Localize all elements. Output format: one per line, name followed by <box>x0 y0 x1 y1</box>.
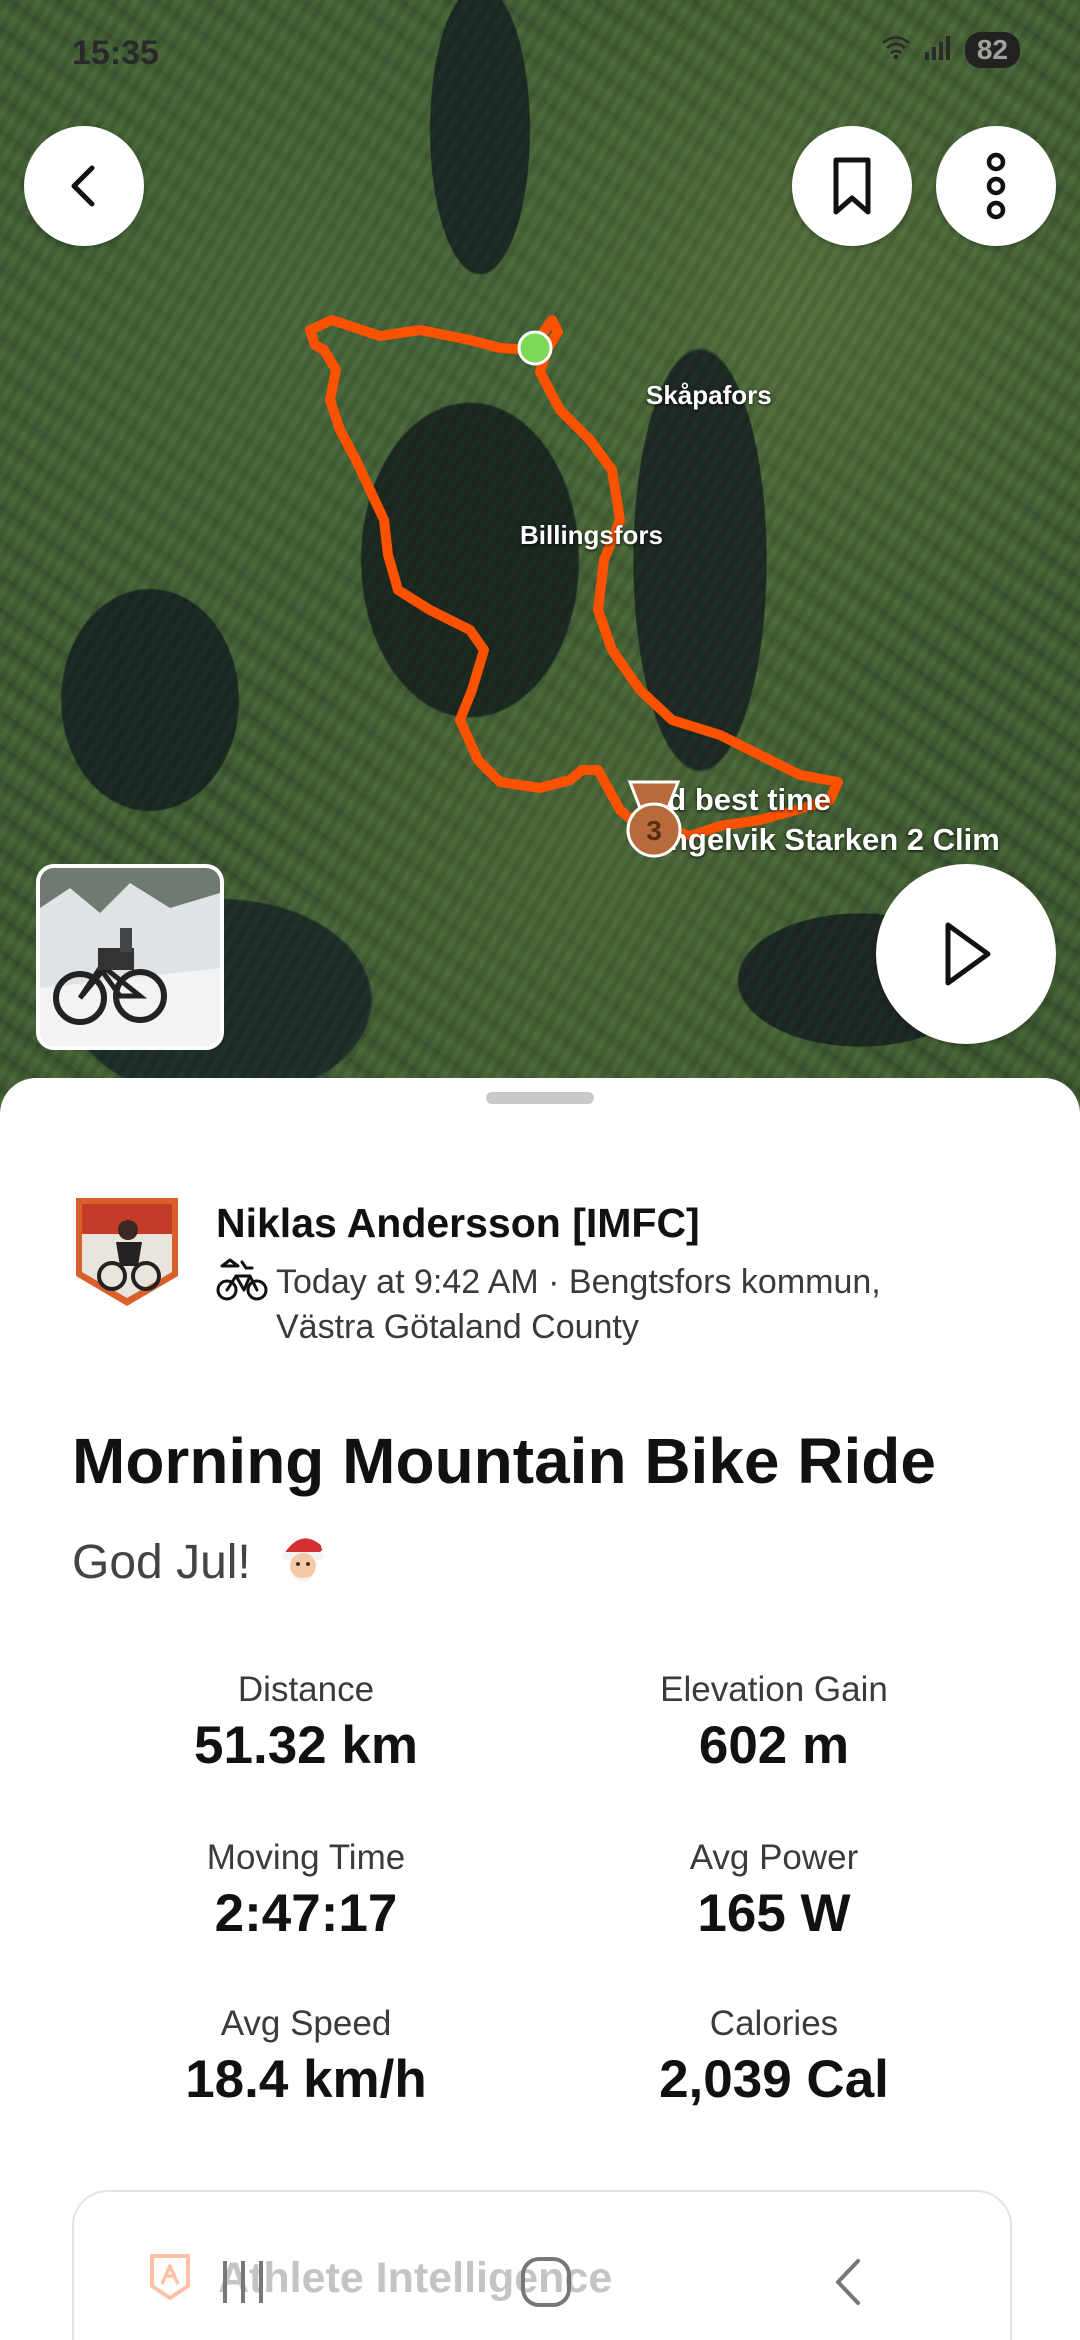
activity-details-sheet: Niklas Andersson [IMFC] Today at 9:42 AM… <box>0 1078 1080 2340</box>
athlete-header[interactable]: Niklas Andersson [IMFC] Today at 9:42 AM… <box>72 1194 976 1350</box>
nav-back-icon <box>836 2259 860 2305</box>
stat-label: Distance <box>237 1670 375 1709</box>
stat-distance: Distance 51.32 km <box>96 1668 516 1778</box>
athlete-avatar[interactable] <box>72 1194 182 1310</box>
stat-label: Avg Speed <box>220 2004 392 2043</box>
sheet-drag-handle[interactable] <box>486 1092 594 1104</box>
stat-elevation-gain: Elevation Gain 602 m <box>564 1668 984 1778</box>
stat-value: 2:47:17 <box>214 1884 398 1943</box>
flyover-play-button[interactable] <box>876 864 1056 1044</box>
stat-avg-power: Avg Power 165 W <box>564 1836 984 1946</box>
route-start-marker <box>517 330 553 366</box>
medal-rank: 3 <box>646 815 662 846</box>
stat-label: Elevation Gain <box>660 1670 888 1709</box>
achievement-segment-name: Dingelvik Starken 2 Clim <box>638 822 1000 857</box>
recents-icon <box>223 2261 263 2303</box>
activity-photo-thumbnail[interactable] <box>36 864 224 1050</box>
activity-description-text: God Jul! <box>72 1536 251 1589</box>
wifi-icon <box>881 34 911 67</box>
bronze-medal-icon: 3 <box>626 780 682 858</box>
stat-calories: Calories 2,039 Cal <box>564 2002 984 2112</box>
back-button[interactable] <box>24 126 144 246</box>
stat-value: 602 m <box>698 1716 850 1775</box>
activity-meta: Today at 9:42 AM · Bengtsfors kommun, Vä… <box>216 1258 976 1350</box>
activity-title: Morning Mountain Bike Ride <box>72 1425 936 1497</box>
athlete-name[interactable]: Niklas Andersson [IMFC] <box>216 1198 976 1248</box>
map-label-billingsfors: Billingsfors <box>520 520 664 550</box>
bookmark-icon <box>833 157 871 215</box>
nav-recents-button[interactable] <box>204 2242 284 2322</box>
bike-photo <box>40 868 220 1046</box>
stat-value: 18.4 km/h <box>185 2050 427 2109</box>
nav-back-button[interactable] <box>808 2242 888 2322</box>
activity-screen: Skåpafors Billingsfors 3 3rd best time D… <box>0 0 1080 2340</box>
stat-value: 2,039 Cal <box>659 2050 889 2109</box>
more-options-button[interactable] <box>936 126 1056 246</box>
status-bar: 15:35 82 <box>0 0 1080 110</box>
activity-date-location: Today at 9:42 AM · Bengtsfors kommun, Vä… <box>276 1263 881 1346</box>
stat-label: Moving Time <box>206 1838 406 1877</box>
stat-label: Avg Power <box>689 1838 859 1877</box>
more-vertical-icon <box>986 152 1006 220</box>
stat-value: 165 W <box>697 1884 851 1943</box>
home-icon <box>521 2257 571 2307</box>
athlete-info: Niklas Andersson [IMFC] Today at 9:42 AM… <box>216 1194 976 1350</box>
stat-moving-time: Moving Time 2:47:17 <box>96 1836 516 1946</box>
achievement-text: 3rd best time Dingelvik Starken 2 Clim <box>638 780 1000 860</box>
segment-achievement[interactable]: 3 3rd best time Dingelvik Starken 2 Clim <box>620 780 1000 860</box>
activity-description: God Jul! <box>72 1530 332 1590</box>
stat-value: 51.32 km <box>194 1716 418 1775</box>
save-route-button[interactable] <box>792 126 912 246</box>
stat-avg-speed: Avg Speed 18.4 km/h <box>96 2002 516 2112</box>
signal-icon <box>923 34 953 67</box>
status-time: 15:35 <box>72 34 159 72</box>
nav-home-button[interactable] <box>506 2242 586 2322</box>
play-icon <box>945 922 991 986</box>
system-nav-bar <box>0 2220 1080 2340</box>
achievement-rank-text: 3rd best time <box>638 782 831 817</box>
status-icons: 82 <box>881 32 1020 68</box>
chevron-left-icon <box>71 165 95 207</box>
map-label-skapafors: Skåpafors <box>646 380 772 410</box>
mountain-bike-icon <box>216 1258 268 1301</box>
battery-indicator: 82 <box>964 32 1020 68</box>
stat-label: Calories <box>709 2004 839 2043</box>
santa-emoji-icon <box>282 1538 332 1582</box>
